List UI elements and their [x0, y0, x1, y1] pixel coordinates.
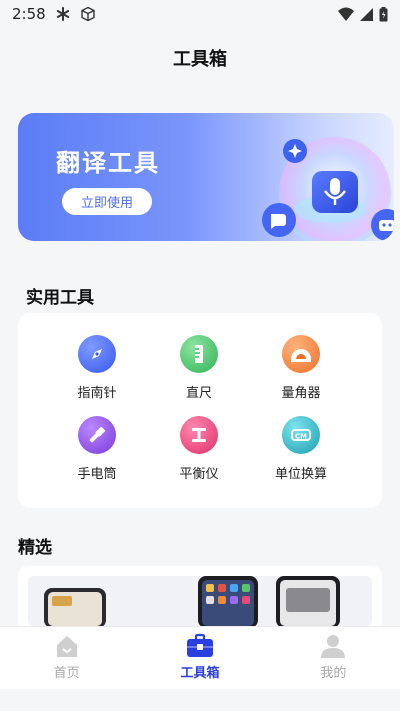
tool-ruler[interactable]: 直尺 — [159, 335, 239, 401]
tool-label: 平衡仪 — [179, 467, 219, 482]
tool-protractor[interactable]: 量角器 — [261, 335, 341, 401]
tool-compass[interactable]: 指南针 — [57, 335, 137, 401]
translate-illustration — [262, 137, 394, 241]
home-icon — [54, 633, 80, 659]
ruler-icon — [180, 335, 218, 373]
featured-card[interactable] — [18, 566, 382, 626]
flashlight-icon — [78, 416, 116, 454]
bottom-nav: 首页 工具箱 我的 — [0, 626, 400, 689]
nav-label: 首页 — [53, 666, 80, 681]
unit-converter-icon: CM — [282, 416, 320, 454]
nav-mine[interactable]: 我的 — [267, 627, 400, 689]
cube-icon — [80, 6, 96, 22]
toolbox-icon — [186, 633, 214, 659]
tools-section-title: 实用工具 — [26, 288, 94, 308]
tool-level[interactable]: 平衡仪 — [159, 416, 239, 482]
tool-flashlight[interactable]: 手电筒 — [57, 416, 137, 482]
nav-label: 工具箱 — [180, 666, 220, 681]
battery-icon — [379, 6, 388, 22]
signal-icon — [360, 7, 373, 21]
protractor-icon — [282, 335, 320, 373]
svg-text:CM: CM — [295, 433, 307, 441]
tool-unit-converter[interactable]: CM 单位换算 — [261, 416, 341, 482]
tools-card: 指南针 直尺 量角器 手电筒 平衡仪 CM 单位换算 — [18, 313, 382, 508]
nav-label: 我的 — [320, 666, 347, 681]
page-title: 工具箱 — [173, 49, 227, 70]
status-time: 2:58 — [12, 5, 46, 23]
nav-home[interactable]: 首页 — [0, 627, 133, 689]
tool-label: 量角器 — [281, 386, 321, 401]
wifi-icon — [338, 7, 354, 21]
tool-label: 直尺 — [185, 386, 212, 401]
user-icon — [320, 633, 346, 659]
featured-phones-image — [28, 576, 372, 626]
nav-toolbox[interactable]: 工具箱 — [133, 627, 266, 689]
compass-icon — [78, 335, 116, 373]
status-bar: 2:58 — [0, 0, 400, 28]
asterisk-icon — [56, 7, 70, 21]
banner-title: 翻译工具 — [56, 149, 160, 177]
gesture-area — [0, 689, 400, 711]
translate-banner[interactable]: 翻译工具 立即使用 — [18, 113, 394, 241]
tool-label: 指南针 — [77, 386, 117, 401]
tool-label: 手电筒 — [77, 467, 117, 482]
featured-section-title: 精选 — [18, 538, 52, 558]
level-icon — [180, 416, 218, 454]
tool-label: 单位换算 — [274, 467, 327, 482]
use-now-button[interactable]: 立即使用 — [62, 188, 152, 215]
